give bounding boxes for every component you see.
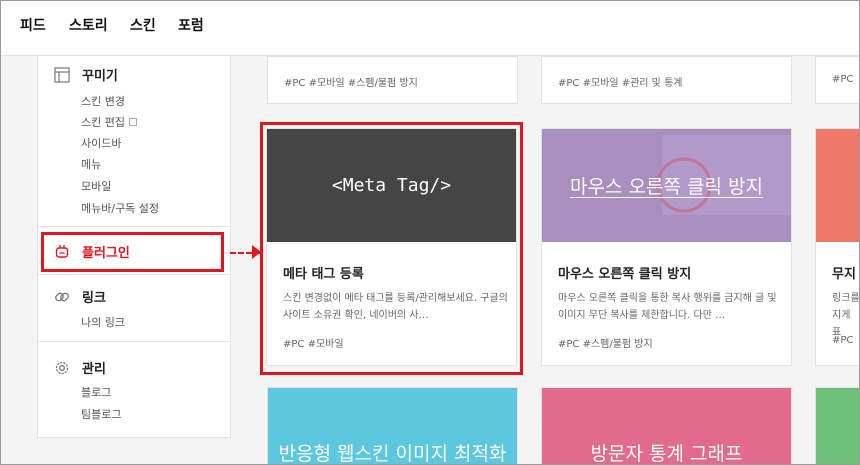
plugin-card-right-click[interactable]: 마우스 오른쪽 클릭 방지 마우스 오른쪽 클릭 방지 마우스 오른쪽 클릭을 …: [541, 128, 792, 366]
sidebar-item-menu[interactable]: 메뉴: [81, 156, 101, 172]
top-nav: 피드 스토리 스킨 포럼: [0, 0, 860, 56]
card-tags: #PC #모바일 #스펨/불펌 방지: [284, 78, 418, 89]
nav-skin[interactable]: 스킨: [130, 15, 156, 35]
card-title: 마우스 오른쪽 클릭 방지: [558, 267, 692, 282]
card-thumbnail: 방문자 통계 그래프: [542, 388, 791, 465]
card-tags: #PC: [832, 335, 854, 346]
highlight-box-plugin: [41, 232, 224, 272]
plugin-card[interactable]: [815, 387, 860, 465]
sidebar-item-my-link[interactable]: 나의 링크: [81, 314, 125, 330]
card-thumbnail: [816, 129, 860, 242]
sidebar-item-sidebar[interactable]: 사이드바: [81, 135, 121, 151]
plugin-card[interactable]: #PC #모바일 #관리 및 통계: [541, 56, 792, 104]
gear-icon: [55, 361, 69, 374]
sidebar-section-link[interactable]: 링크: [54, 287, 106, 306]
divider: [38, 274, 230, 275]
card-thumbnail: 마우스 오른쪽 클릭 방지: [542, 129, 791, 242]
nav-forum[interactable]: 포럼: [178, 15, 204, 35]
card-title: 무지: [832, 267, 856, 282]
card-tags: #PC #모바일 #관리 및 통계: [558, 78, 683, 89]
sidebar-section-title: 꾸미기: [82, 69, 118, 84]
sidebar-section-title: 링크: [82, 291, 106, 306]
sidebar-item-skin-change[interactable]: 스킨 변경: [81, 93, 125, 109]
card-thumbnail: [816, 388, 860, 465]
nav-feed[interactable]: 피드: [20, 15, 46, 35]
divider: [38, 226, 230, 227]
plugin-card[interactable]: #PC: [815, 56, 860, 104]
card-description: 링크를 지게 표: [832, 293, 860, 338]
link-icon: [55, 292, 69, 301]
arrow-head-icon: [252, 245, 261, 259]
nav-story[interactable]: 스토리: [69, 15, 108, 35]
sidebar-item-label: 스킨 편집: [81, 116, 125, 129]
sidebar-section-title: 관리: [82, 362, 106, 377]
external-link-icon: [128, 118, 137, 126]
plugin-card-partial[interactable]: 무지 링크를 지게 표 #PC: [815, 128, 860, 366]
card-thumbnail: 반응형 웹스킨 이미지 최적화: [268, 388, 517, 465]
sidebar-section-manage[interactable]: 관리: [54, 358, 106, 377]
sidebar-item-menubar[interactable]: 메뉴바/구독 설정: [81, 200, 159, 216]
sidebar-item-skin-edit[interactable]: 스킨 편집: [81, 114, 137, 130]
thumb-text: 반응형 웹스킨 이미지 최적화: [278, 443, 507, 465]
sidebar-section-decorate[interactable]: 꾸미기: [54, 65, 118, 84]
plugin-card-visitor-graph[interactable]: 방문자 통계 그래프: [541, 387, 792, 465]
thumb-text: 방문자 통계 그래프: [590, 443, 743, 465]
plugin-card[interactable]: #PC #모바일 #스펨/불펌 방지: [267, 56, 518, 104]
card-description: 마우스 오른쪽 클릭을 통한 복사 행위를 금지해 글 및 이미지 무단 복사를…: [558, 293, 777, 321]
sidebar-item-team-blog[interactable]: 팀블로그: [81, 406, 121, 422]
thumb-text: 마우스 오른쪽 클릭 방지: [570, 176, 763, 198]
divider: [38, 341, 230, 342]
card-tags: #PC: [832, 74, 854, 85]
sidebar-item-blog[interactable]: 블로그: [81, 384, 111, 400]
layout-icon: [54, 66, 70, 83]
card-tags: #PC #스펨/불펌 방지: [558, 339, 653, 350]
highlight-box-meta-card: [260, 122, 523, 375]
plugin-card-responsive-image[interactable]: 반응형 웹스킨 이미지 최적화: [267, 387, 518, 465]
sidebar-item-mobile[interactable]: 모바일: [81, 178, 111, 194]
